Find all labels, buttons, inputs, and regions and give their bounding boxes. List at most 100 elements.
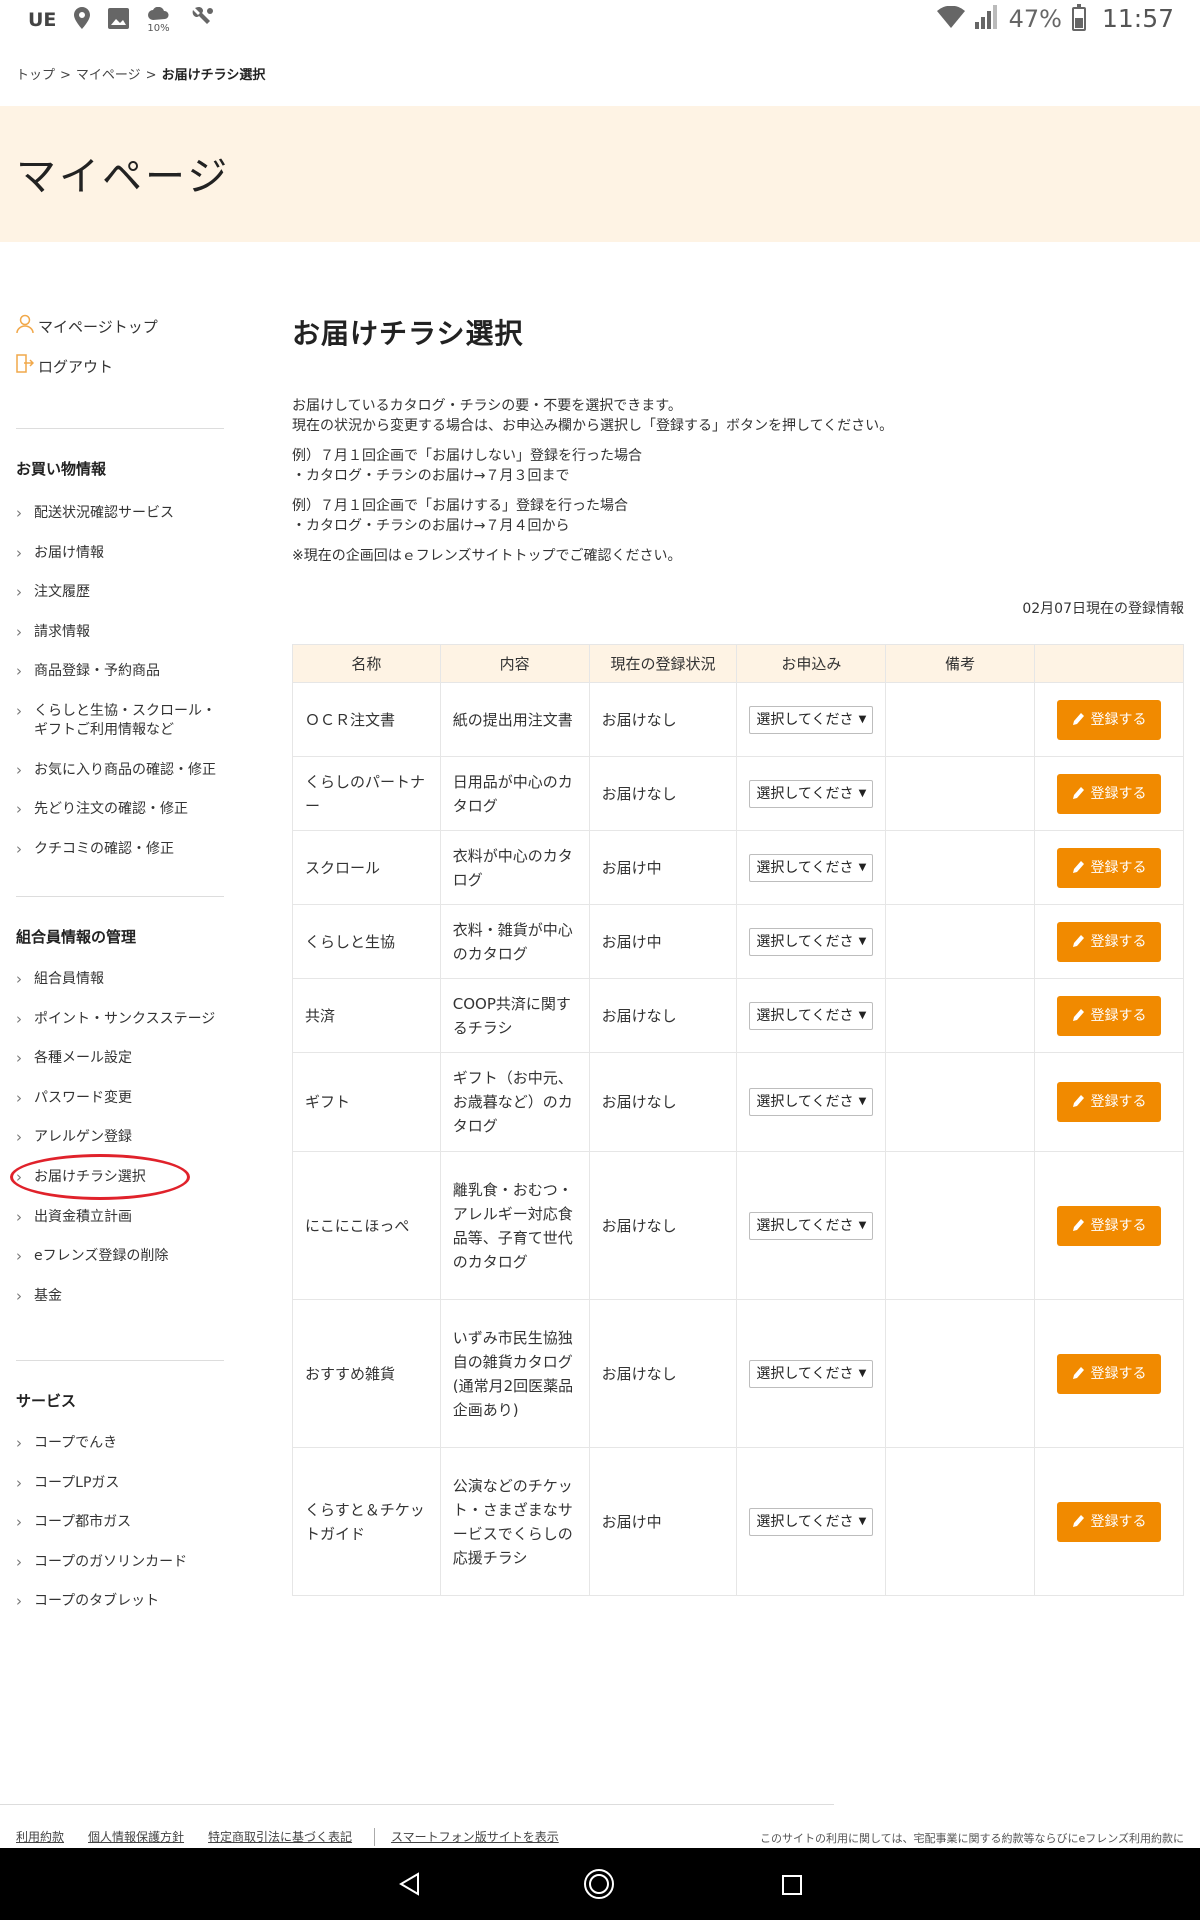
footer-link-smartphone[interactable]: スマートフォン版サイトを表示 — [391, 1828, 559, 1846]
sidebar-item[interactable]: 基金 — [16, 1287, 226, 1306]
table-row: くらすと＆チケットガイド 公演などのチケット・さまざまなサービスでくらしの応援チラ… — [292, 1447, 1184, 1596]
sidebar-item[interactable]: コープでんき — [16, 1434, 226, 1453]
cell-apply: 選択してくださ ▼ — [736, 1299, 887, 1448]
footer-link-terms[interactable]: 利用約款 — [16, 1828, 64, 1846]
pencil-icon — [1072, 1366, 1084, 1381]
sidebar-item[interactable]: 組合員情報 — [16, 970, 226, 989]
pencil-icon — [1072, 1095, 1084, 1109]
register-button[interactable]: 登録する — [1057, 1082, 1162, 1122]
register-button[interactable]: 登録する — [1057, 1501, 1162, 1542]
example-line: 例）７月１回企画で「お届けしない」登録を行った場合 — [292, 448, 642, 464]
sidebar: マイページトップ ログアウト お買い物情報配送状況確認サービスお届け情報注文履歴… — [10, 306, 226, 1611]
dropdown-arrow-icon: ▼ — [858, 713, 867, 725]
footer-link-commerce[interactable]: 特定商取引法に基づく表記 — [208, 1828, 352, 1846]
apply-select[interactable]: 選択してくださ ▼ — [749, 779, 874, 808]
sidebar-logout[interactable]: ログアウト — [16, 346, 226, 386]
table-row: くらしと生協 衣料・雑貨が中心のカタログ お届け中 選択してくださ ▼ 登録する — [292, 904, 1184, 979]
select-value: 選択してくださ — [756, 1007, 854, 1024]
breadcrumb-mypage-link[interactable]: マイページ — [76, 68, 141, 83]
example-line: ・カタログ・チラシのお届け→７月４回から — [292, 518, 570, 534]
apply-select[interactable]: 選択してくださ ▼ — [749, 927, 874, 956]
status-bar: UE 10% 47% 11:57 — [0, 0, 1200, 40]
sidebar-item[interactable]: コープLPガス — [16, 1474, 226, 1493]
register-button[interactable]: 登録する — [1057, 699, 1162, 740]
cell-note — [885, 1299, 1036, 1448]
apply-select[interactable]: 選択してくださ ▼ — [749, 1507, 874, 1536]
register-button-label: 登録する — [1090, 1513, 1147, 1530]
sidebar-item[interactable]: ポイント・サンクスステージ — [16, 1010, 226, 1029]
nav-home-icon[interactable] — [583, 1868, 615, 1904]
sidebar-item[interactable]: 各種メール設定 — [16, 1049, 226, 1068]
footer-link-privacy[interactable]: 個人情報保護方針 — [88, 1828, 184, 1846]
cell-content: いずみ市民生協独自の雑貨カタログ(通常月2回医薬品企画あり) — [439, 1299, 590, 1448]
col-header-content: 内容 — [439, 644, 590, 683]
sidebar-item[interactable]: パスワード変更 — [16, 1089, 226, 1108]
register-button[interactable]: 登録する — [1057, 773, 1162, 814]
register-button-label: 登録する — [1090, 859, 1147, 876]
register-button[interactable]: 登録する — [1057, 847, 1162, 888]
sidebar-item[interactable]: 注文履歴 — [16, 583, 226, 602]
flyer-table: 名称 内容 現在の登録状況 お申込み 備考 ＯＣＲ注文書 紙の提出用注文書 お届けな… — [292, 644, 1184, 1596]
cell-name: くらすと＆チケットガイド — [292, 1447, 441, 1596]
cell-apply: 選択してくださ ▼ — [736, 682, 887, 757]
sidebar-item[interactable]: 出資金積立計画 — [16, 1208, 226, 1227]
apply-select[interactable]: 選択してくださ ▼ — [749, 853, 874, 882]
sidebar-item[interactable]: お届けチラシ選択 — [16, 1168, 226, 1187]
flyer-table-body: ＯＣＲ注文書 紙の提出用注文書 お届けなし 選択してくださ ▼ 登録する くらしのパートナー… — [292, 682, 1184, 1596]
sidebar-item[interactable]: アレルゲン登録 — [16, 1128, 226, 1147]
tool-icon — [191, 6, 215, 34]
sidebar-item[interactable]: お届け情報 — [16, 544, 226, 563]
sidebar-item[interactable]: 配送状況確認サービス — [16, 504, 226, 523]
dropdown-arrow-icon: ▼ — [858, 1367, 867, 1379]
select-value: 選択してくださ — [756, 859, 854, 876]
pencil-icon — [1072, 860, 1084, 875]
sidebar-item[interactable]: 商品登録・予約商品 — [16, 662, 226, 681]
footer-links: 利用約款 個人情報保護方針 特定商取引法に基づく表記 スマートフォン版サイトを表… — [16, 1828, 583, 1846]
sidebar-item[interactable]: クチコミの確認・修正 — [16, 840, 226, 859]
apply-select[interactable]: 選択してくださ ▼ — [749, 1359, 874, 1388]
select-value: 選択してくださ — [756, 1217, 854, 1234]
cell-content: 紙の提出用注文書 — [439, 682, 590, 757]
note-line: ※現在の企画回はｅフレンズサイトトップでご確認ください。 — [292, 548, 682, 564]
cell-status: お届け中 — [588, 1447, 738, 1596]
desc-line: お届けしているカタログ・チラシの要・不要を選択できます。 — [292, 398, 682, 414]
sidebar-heading: サービス — [16, 1392, 77, 1410]
apply-select[interactable]: 選択してくださ ▼ — [749, 1088, 874, 1116]
cell-note — [885, 978, 1036, 1053]
col-header-apply: お申込み — [736, 644, 887, 683]
sidebar-item[interactable]: コープのタブレット — [16, 1592, 226, 1611]
weather-icon: 10% — [147, 6, 173, 34]
person-icon — [16, 314, 38, 338]
breadcrumb-top-link[interactable]: トップ — [16, 68, 55, 83]
nav-back-icon[interactable] — [398, 1872, 422, 1900]
status-left: UE 10% — [28, 6, 215, 34]
register-button-label: 登録する — [1090, 711, 1147, 728]
apply-select[interactable]: 選択してくださ ▼ — [749, 705, 874, 734]
apply-select[interactable]: 選択してくださ ▼ — [749, 1001, 874, 1030]
table-row: にこにこほっぺ 離乳食・おむつ・アレルギー対応食品等、子育て世代のカタログ お届けな… — [292, 1151, 1184, 1300]
cell-apply: 選択してくださ ▼ — [736, 1052, 887, 1152]
table-row: 共済 COOP共済に関するチラシ お届けなし 選択してくださ ▼ 登録する — [292, 978, 1184, 1053]
sidebar-item[interactable]: 先どり注文の確認・修正 — [16, 800, 226, 819]
table-header-row: 名称 内容 現在の登録状況 お申込み 備考 — [292, 644, 1184, 683]
register-button[interactable]: 登録する — [1057, 995, 1162, 1036]
dropdown-arrow-icon: ▼ — [858, 1096, 867, 1107]
apply-select[interactable]: 選択してくださ ▼ — [749, 1211, 874, 1240]
cell-status: お届けなし — [588, 682, 738, 757]
sidebar-item[interactable]: コープ都市ガス — [16, 1513, 226, 1532]
register-button[interactable]: 登録する — [1057, 1353, 1162, 1394]
sidebar-item[interactable]: 請求情報 — [16, 623, 226, 642]
desc-line: 現在の状況から変更する場合は、お申込み欄から選択し「登録する」ボタンを押してくだ… — [292, 418, 894, 434]
sidebar-divider — [16, 1360, 224, 1361]
sidebar-item[interactable]: eフレンズ登録の削除 — [16, 1247, 226, 1266]
sidebar-mypage-top[interactable]: マイページトップ — [16, 306, 226, 346]
register-button[interactable]: 登録する — [1057, 921, 1162, 962]
sidebar-item[interactable]: コープのガソリンカード — [16, 1553, 226, 1572]
register-button-label: 登録する — [1090, 785, 1147, 802]
cell-note — [885, 682, 1036, 757]
sidebar-item[interactable]: お気に入り商品の確認・修正 — [16, 761, 226, 780]
register-button[interactable]: 登録する — [1057, 1205, 1162, 1246]
sidebar-item[interactable]: くらしと生協・スクロール・ギフトご利用情報など — [16, 702, 226, 740]
page-title: お届けチラシ選択 — [292, 317, 524, 350]
nav-recent-icon[interactable] — [782, 1875, 802, 1899]
